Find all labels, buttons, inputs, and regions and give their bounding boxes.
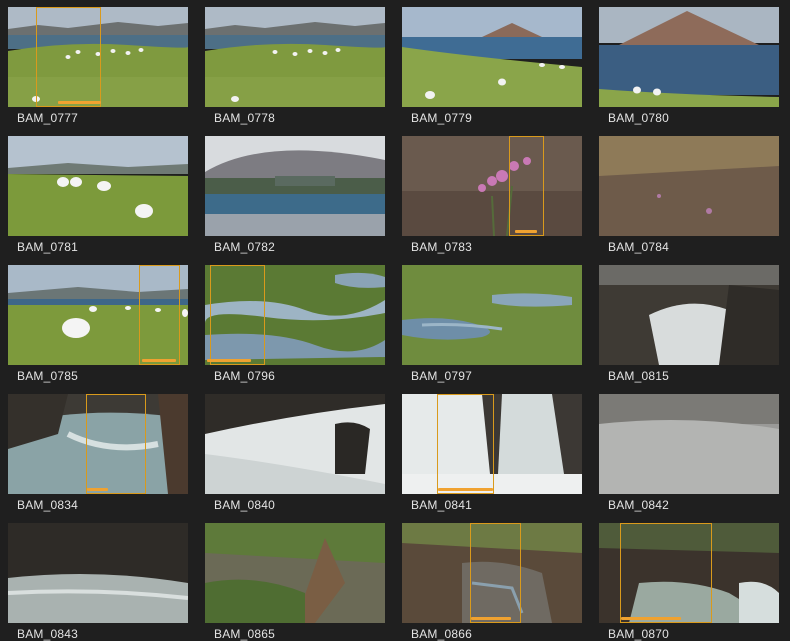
range-duration-bar xyxy=(515,230,537,233)
clip-thumbnail[interactable]: BAM_0843 xyxy=(8,523,188,641)
range-duration-bar xyxy=(471,617,511,620)
selection-range[interactable] xyxy=(470,523,521,623)
range-duration-bar xyxy=(438,488,493,491)
thumbnail-image xyxy=(402,7,582,107)
clip-filename: BAM_0815 xyxy=(608,369,669,383)
clip-thumbnail[interactable]: BAM_0796 xyxy=(205,265,385,383)
selection-range[interactable] xyxy=(36,7,101,107)
clip-thumbnail[interactable]: BAM_0815 xyxy=(599,265,779,383)
clip-filename: BAM_0780 xyxy=(608,111,669,125)
selection-range[interactable] xyxy=(210,265,265,365)
clip-thumbnail[interactable]: BAM_0866 xyxy=(402,523,582,641)
selection-range[interactable] xyxy=(139,265,180,365)
thumbnail-image xyxy=(205,7,385,107)
selection-range[interactable] xyxy=(437,394,494,494)
thumbnail-image xyxy=(8,136,188,236)
clip-thumbnail[interactable]: BAM_0842 xyxy=(599,394,779,512)
clip-filename: BAM_0779 xyxy=(411,111,472,125)
clip-thumbnail[interactable]: BAM_0840 xyxy=(205,394,385,512)
thumbnail-image xyxy=(205,394,385,494)
clip-thumbnail[interactable]: BAM_0778 xyxy=(205,7,385,125)
clip-filename: BAM_0777 xyxy=(17,111,78,125)
range-duration-bar xyxy=(142,359,176,362)
clip-filename: BAM_0781 xyxy=(17,240,78,254)
clip-thumbnail[interactable]: BAM_0785 xyxy=(8,265,188,383)
clip-filename: BAM_0841 xyxy=(411,498,472,512)
range-duration-bar xyxy=(207,359,251,362)
range-duration-bar xyxy=(621,617,681,620)
clip-filename: BAM_0783 xyxy=(411,240,472,254)
clip-thumbnail[interactable]: BAM_0781 xyxy=(8,136,188,254)
clip-thumbnail[interactable]: BAM_0834 xyxy=(8,394,188,512)
clip-browser-grid: BAM_0777 BAM_0778 BAM_0779 BAM_0780 BAM_… xyxy=(0,0,790,641)
clip-thumbnail[interactable]: BAM_0779 xyxy=(402,7,582,125)
clip-thumbnail[interactable]: BAM_0865 xyxy=(205,523,385,641)
thumbnail-image xyxy=(205,136,385,236)
clip-filename: BAM_0778 xyxy=(214,111,275,125)
clip-filename: BAM_0842 xyxy=(608,498,669,512)
thumbnail-image xyxy=(402,136,582,236)
thumbnail-image xyxy=(8,523,188,623)
thumbnail-image xyxy=(599,7,779,107)
thumbnail-image xyxy=(599,394,779,494)
thumbnail-image xyxy=(402,265,582,365)
clip-thumbnail[interactable]: BAM_0784 xyxy=(599,136,779,254)
clip-filename: BAM_0797 xyxy=(411,369,472,383)
thumbnail-image xyxy=(599,265,779,365)
range-duration-bar xyxy=(58,101,101,104)
clip-filename: BAM_0784 xyxy=(608,240,669,254)
clip-filename: BAM_0840 xyxy=(214,498,275,512)
clip-filename: BAM_0782 xyxy=(214,240,275,254)
clip-thumbnail[interactable]: BAM_0780 xyxy=(599,7,779,125)
clip-thumbnail[interactable]: BAM_0777 xyxy=(8,7,188,125)
selection-range[interactable] xyxy=(509,136,544,236)
clip-thumbnail[interactable]: BAM_0783 xyxy=(402,136,582,254)
thumbnail-image xyxy=(205,523,385,623)
selection-range[interactable] xyxy=(620,523,712,623)
clip-filename: BAM_0834 xyxy=(17,498,78,512)
clip-thumbnail[interactable]: BAM_0797 xyxy=(402,265,582,383)
selection-range[interactable] xyxy=(86,394,146,494)
clip-filename: BAM_0796 xyxy=(214,369,275,383)
clip-thumbnail[interactable]: BAM_0782 xyxy=(205,136,385,254)
thumbnail-image xyxy=(599,136,779,236)
clip-thumbnail[interactable]: BAM_0841 xyxy=(402,394,582,512)
range-duration-bar xyxy=(87,488,108,491)
clip-thumbnail[interactable]: BAM_0870 xyxy=(599,523,779,641)
clip-filename: BAM_0785 xyxy=(17,369,78,383)
